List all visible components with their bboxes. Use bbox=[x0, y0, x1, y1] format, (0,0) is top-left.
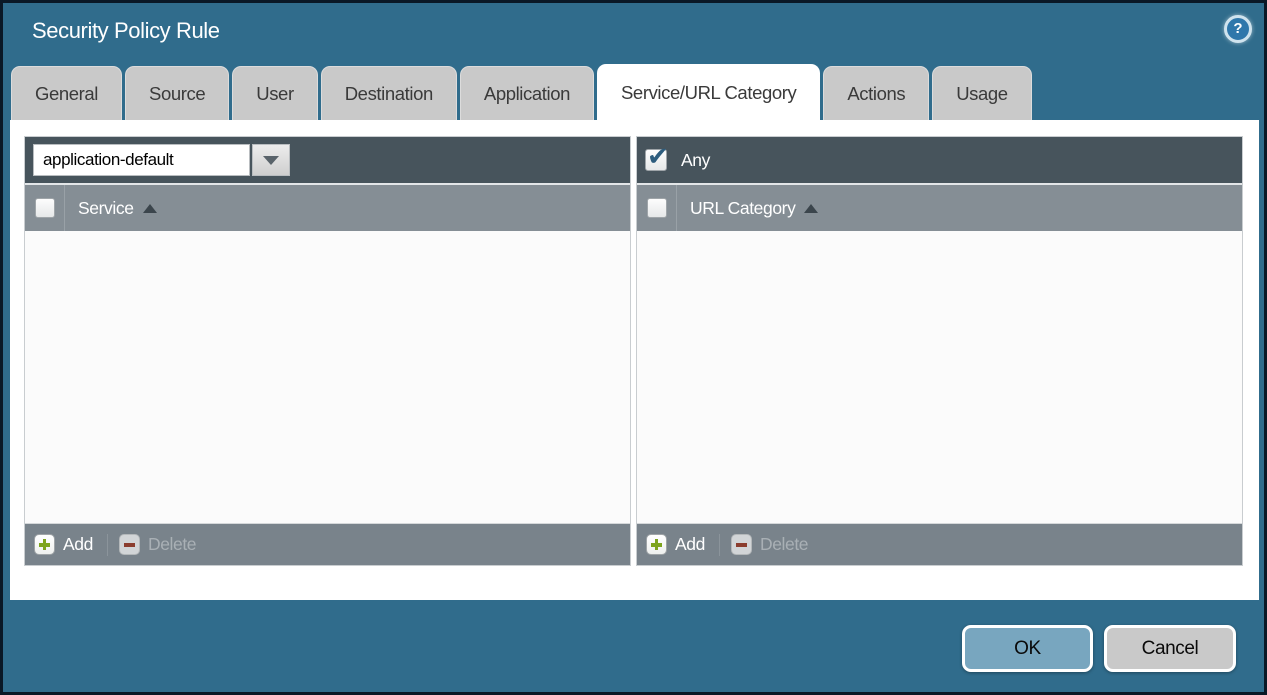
checkmark-icon: ✔ bbox=[647, 141, 669, 172]
url-column-label: URL Category bbox=[690, 198, 795, 219]
tab-label: Actions bbox=[847, 83, 905, 105]
any-label: Any bbox=[681, 150, 710, 171]
service-add-button[interactable]: Add bbox=[34, 534, 93, 555]
tab-actions[interactable]: Actions bbox=[823, 66, 929, 120]
tab-label: Service/URL Category bbox=[621, 82, 796, 104]
tab-source[interactable]: Source bbox=[125, 66, 229, 120]
footer-divider bbox=[719, 534, 720, 556]
tab-label: User bbox=[256, 83, 293, 105]
url-table-header: ✔ URL Category bbox=[637, 183, 1242, 231]
add-icon bbox=[34, 534, 55, 555]
service-table-header: ✔ Service bbox=[25, 183, 630, 231]
service-select-all-checkbox[interactable]: ✔ bbox=[35, 198, 55, 218]
help-icon[interactable]: ? bbox=[1224, 15, 1252, 43]
sort-asc-icon bbox=[143, 204, 157, 213]
tab-label: Source bbox=[149, 83, 205, 105]
dropdown-arrow-icon bbox=[263, 156, 279, 165]
url-add-button[interactable]: Add bbox=[646, 534, 705, 555]
add-icon bbox=[646, 534, 667, 555]
delete-button-label: Delete bbox=[148, 534, 196, 555]
add-button-label: Add bbox=[675, 534, 705, 555]
cancel-button[interactable]: Cancel bbox=[1104, 625, 1236, 672]
service-panel-toolbar: application-default bbox=[25, 137, 630, 183]
tab-application[interactable]: Application bbox=[460, 66, 594, 120]
dialog-title: Security Policy Rule bbox=[32, 18, 220, 44]
url-panel-footer: Add Delete bbox=[637, 523, 1242, 565]
url-select-all-cell: ✔ bbox=[637, 185, 677, 231]
tab-user[interactable]: User bbox=[232, 66, 317, 120]
url-select-all-checkbox[interactable]: ✔ bbox=[647, 198, 667, 218]
service-column-label: Service bbox=[78, 198, 134, 219]
tab-label: Application bbox=[484, 83, 570, 105]
tab-content: application-default ✔ Service bbox=[10, 120, 1259, 600]
service-list[interactable] bbox=[25, 231, 630, 523]
tab-label: General bbox=[35, 83, 98, 105]
service-column-header[interactable]: Service bbox=[65, 185, 157, 231]
service-panel-footer: Add Delete bbox=[25, 523, 630, 565]
url-column-header[interactable]: URL Category bbox=[677, 185, 818, 231]
sort-asc-icon bbox=[804, 204, 818, 213]
service-type-dropdown[interactable]: application-default bbox=[33, 144, 290, 176]
tab-usage[interactable]: Usage bbox=[932, 66, 1031, 120]
tab-general[interactable]: General bbox=[11, 66, 122, 120]
ok-button[interactable]: OK bbox=[962, 625, 1093, 672]
delete-icon bbox=[119, 534, 140, 555]
delete-button-label: Delete bbox=[760, 534, 808, 555]
tab-label: Destination bbox=[345, 83, 433, 105]
service-type-dropdown-value[interactable]: application-default bbox=[33, 144, 250, 176]
url-panel-toolbar: ✔ Any bbox=[637, 137, 1242, 183]
tab-destination[interactable]: Destination bbox=[321, 66, 457, 120]
dropdown-arrow-button[interactable] bbox=[252, 144, 290, 176]
service-delete-button[interactable]: Delete bbox=[119, 534, 196, 555]
url-category-list[interactable] bbox=[637, 231, 1242, 523]
url-delete-button[interactable]: Delete bbox=[731, 534, 808, 555]
service-panel: application-default ✔ Service bbox=[24, 136, 631, 566]
security-policy-rule-dialog: Security Policy Rule ? General Source User… bbox=[0, 0, 1267, 695]
any-checkbox[interactable]: ✔ bbox=[645, 149, 667, 171]
url-category-panel: ✔ Any ✔ URL Category Add bbox=[636, 136, 1243, 566]
service-select-all-cell: ✔ bbox=[25, 185, 65, 231]
footer-divider bbox=[107, 534, 108, 556]
tab-service-url-category[interactable]: Service/URL Category bbox=[597, 64, 820, 120]
tab-bar: General Source User Destination Application S… bbox=[11, 65, 1032, 120]
add-button-label: Add bbox=[63, 534, 93, 555]
delete-icon bbox=[731, 534, 752, 555]
tab-label: Usage bbox=[956, 83, 1007, 105]
